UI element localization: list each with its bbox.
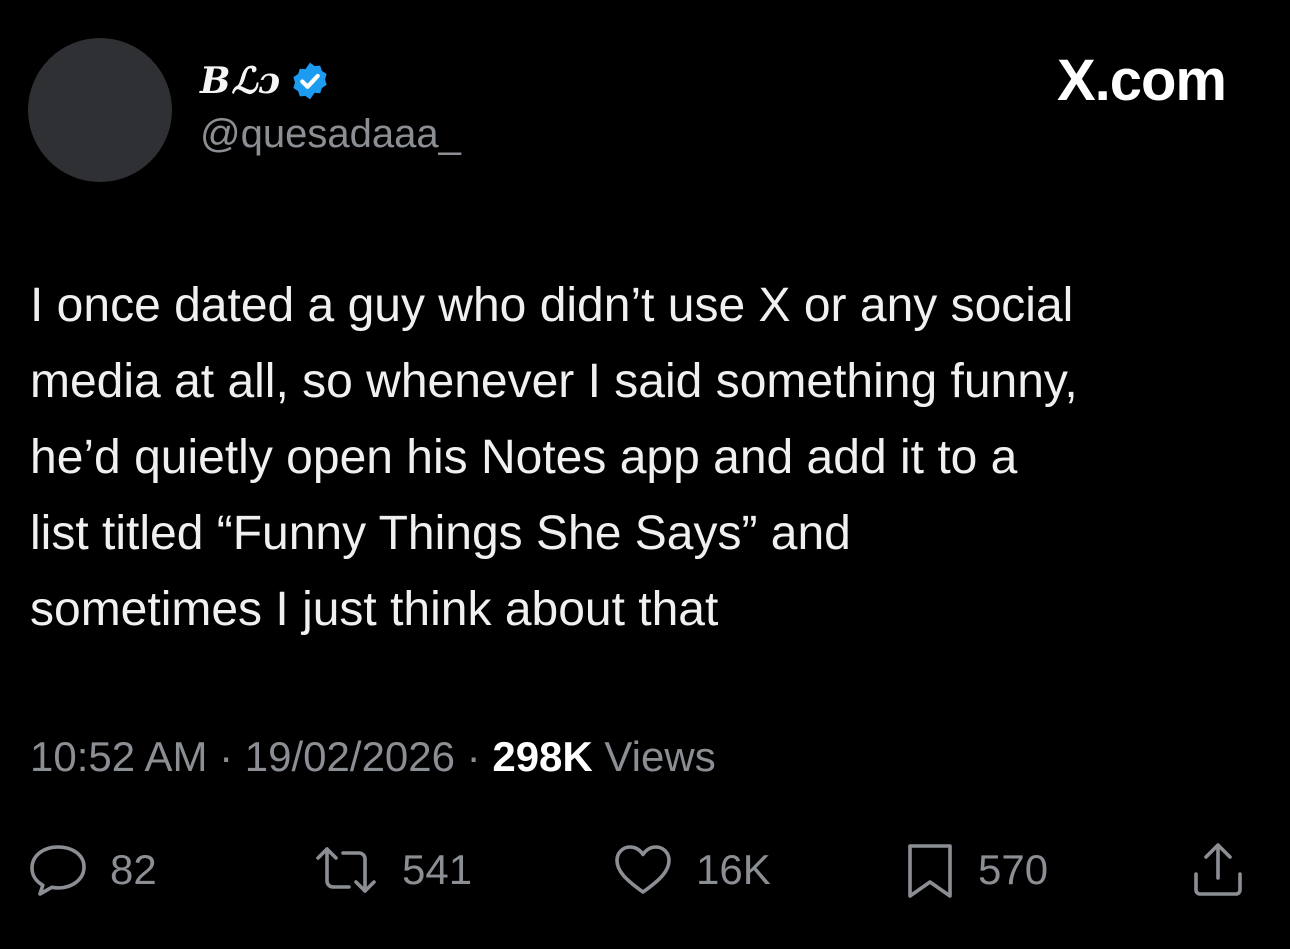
bookmark-button[interactable]: 570 (904, 838, 1048, 902)
bookmark-icon (908, 844, 952, 898)
views-label: Views (592, 733, 716, 780)
like-count: 16K (696, 846, 771, 893)
share-button[interactable] (1188, 838, 1248, 902)
action-bar: 82 541 16K 570 (28, 838, 1250, 902)
verified-badge-icon (293, 62, 327, 100)
bookmark-count: 570 (978, 846, 1049, 893)
tweet-line: media at all, so whenever I said somethi… (30, 355, 1078, 408)
reply-button[interactable]: 82 (28, 838, 157, 902)
heart-icon (615, 845, 671, 894)
tweet-date[interactable]: 19/02/2026 (245, 733, 455, 780)
share-icon (1194, 843, 1242, 896)
tweet-line: I once dated a guy who didn’t use X or a… (30, 279, 1074, 332)
repost-count: 541 (402, 846, 473, 893)
tweet-line: he’d quietly open his Notes app and add … (30, 431, 1018, 484)
like-button[interactable]: 16K (612, 838, 771, 902)
meta-separator: · (207, 733, 245, 780)
tweet-text: I once dated a guy who didn’t use X or a… (30, 268, 1260, 648)
avatar[interactable] (28, 38, 172, 182)
tweet-line: sometimes I just think about that (30, 583, 719, 636)
views-count[interactable]: 298K (492, 733, 592, 780)
brand-watermark: X.com (1056, 48, 1227, 113)
author-name-row: Bℒɔ (200, 56, 331, 106)
tweet-line: list titled “Funny Things She Says” and (30, 507, 851, 560)
repost-icon (316, 847, 376, 893)
display-name[interactable]: Bℒɔ (200, 63, 281, 99)
reply-icon (30, 845, 86, 896)
reply-count: 82 (110, 846, 157, 893)
author-handle[interactable]: @quesadaaa_ (200, 110, 461, 158)
meta-separator: · (455, 733, 493, 780)
tweet-time[interactable]: 10:52 AM (30, 733, 207, 780)
repost-button[interactable]: 541 (312, 838, 472, 902)
tweet-meta: 10:52 AM · 19/02/2026 · 298K Views (30, 732, 716, 782)
